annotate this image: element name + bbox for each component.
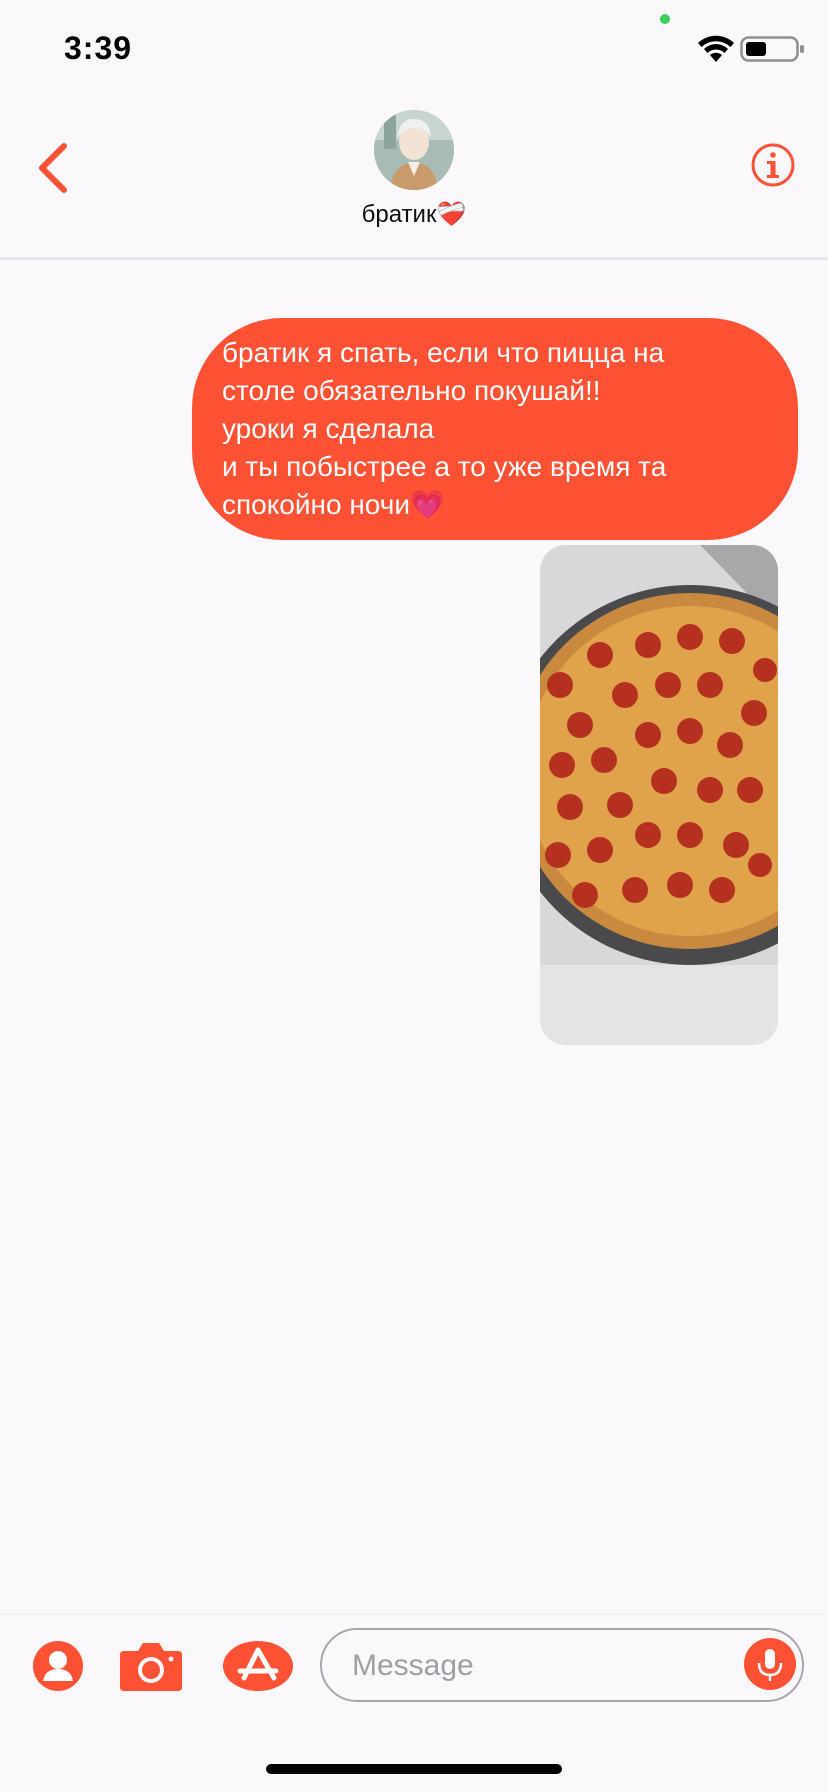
message-input[interactable]	[350, 1630, 734, 1702]
outgoing-message-bubble[interactable]: братик я спать, если что пицца на столе …	[192, 318, 798, 540]
message-input-field[interactable]	[320, 1628, 804, 1702]
avatar-illustration	[374, 110, 454, 190]
battery-icon	[740, 36, 804, 62]
chevron-left-icon[interactable]	[30, 138, 80, 198]
status-time: 3:39	[64, 30, 133, 66]
home-indicator[interactable]	[266, 1764, 562, 1774]
info-icon[interactable]	[750, 142, 796, 188]
memoji-icon[interactable]	[32, 1640, 84, 1692]
messages-screen: 3:39 братик❤️	[0, 0, 828, 1792]
pizza-photo-attachment[interactable]	[540, 545, 778, 1045]
camera-icon[interactable]	[118, 1639, 184, 1693]
conversation-header: братик❤️‍🩹	[0, 100, 828, 260]
contact-name[interactable]: братик❤️‍🩹	[0, 200, 828, 229]
microphone-button[interactable]	[744, 1638, 796, 1690]
pepperoni-pizza-image	[540, 545, 778, 1045]
wifi-icon	[698, 35, 734, 62]
status-bar: 3:39	[0, 0, 828, 100]
microphone-icon	[757, 1649, 783, 1681]
app-store-icon[interactable]	[222, 1640, 294, 1692]
privacy-indicator-dot	[660, 14, 670, 24]
message-thread: братик я спать, если что пицца на столе …	[0, 263, 828, 1613]
avatar[interactable]	[374, 110, 454, 190]
